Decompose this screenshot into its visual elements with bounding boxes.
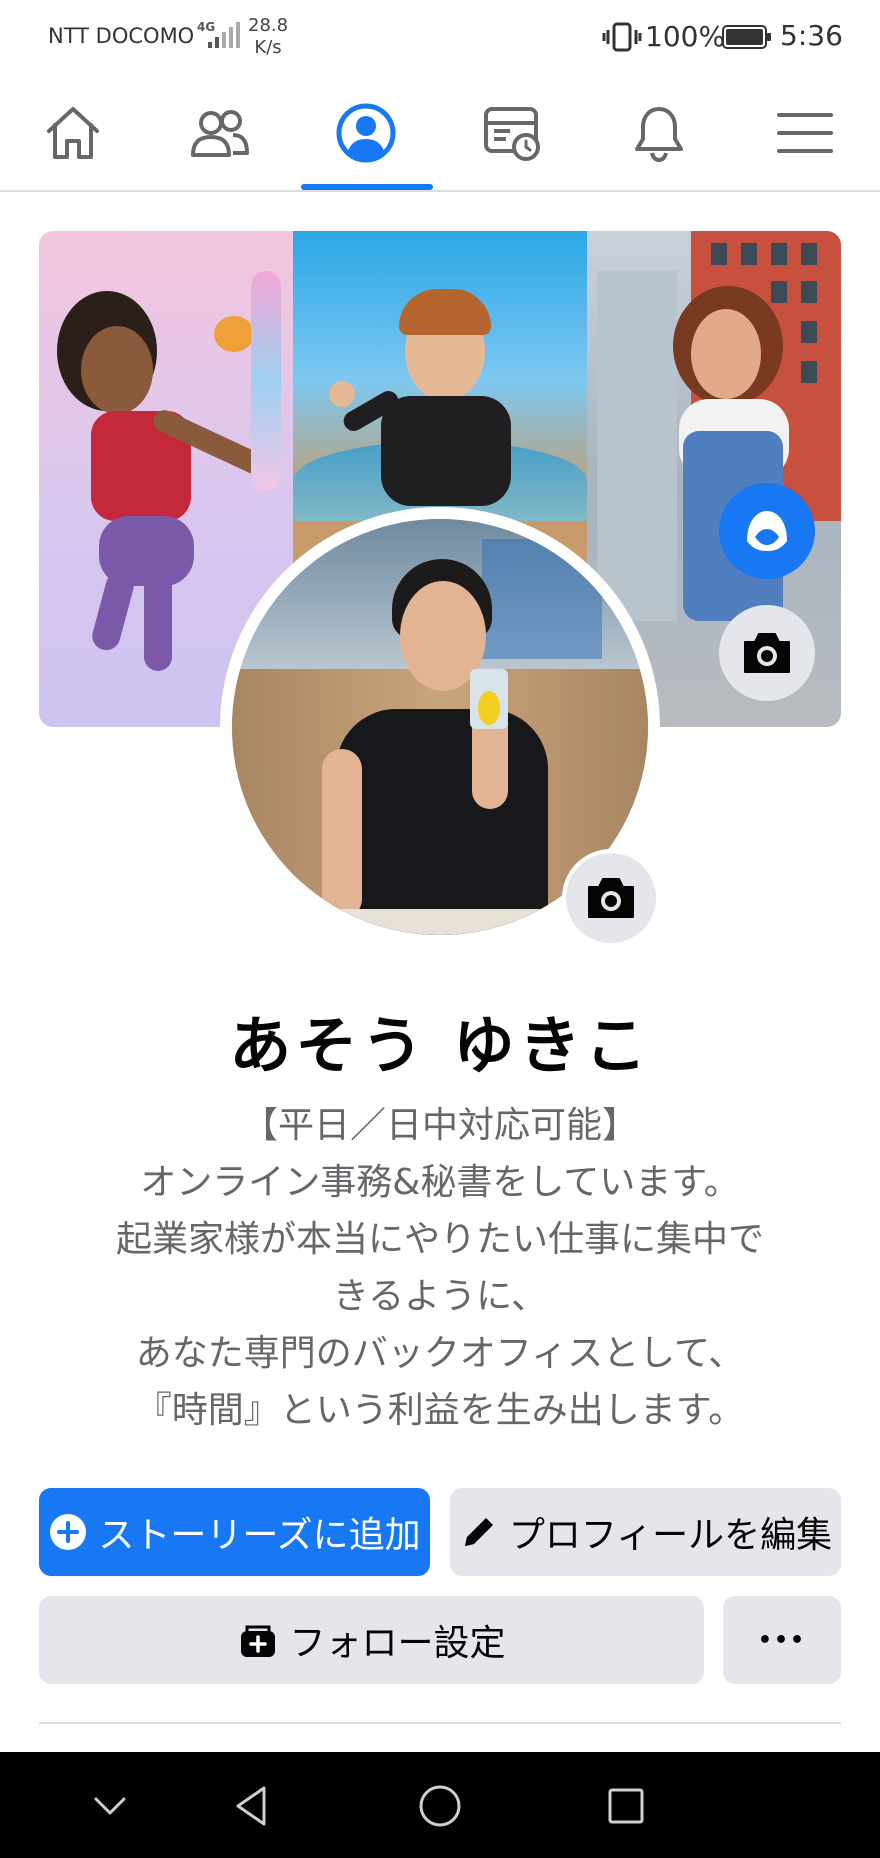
section-divider bbox=[39, 1722, 841, 1724]
friends-icon bbox=[191, 110, 249, 157]
edit-profile-button[interactable]: プロフィールを編集 bbox=[450, 1488, 841, 1576]
plus-circle-icon bbox=[50, 1514, 87, 1550]
tab-home[interactable] bbox=[0, 76, 146, 190]
add-to-story-label: ストーリーズに追加 bbox=[98, 1515, 421, 1556]
bio-line: 『時間』という利益を生み出します。 bbox=[135, 1390, 745, 1431]
bio-line: あなた専門のバックオフィスとして、 bbox=[135, 1333, 745, 1374]
bio-line: 起業家様が本当にやりたい仕事に集中で bbox=[115, 1219, 764, 1260]
avatar-icon bbox=[747, 511, 787, 551]
follow-settings-label: フォロー設定 bbox=[289, 1623, 506, 1664]
bio-line: きるように、 bbox=[332, 1276, 548, 1317]
tab-notifications[interactable] bbox=[586, 76, 732, 190]
bio-line: オンライン事務&秘書をしています。 bbox=[140, 1162, 740, 1203]
speed-value: 28.8 bbox=[248, 15, 289, 36]
main-nav-tabs bbox=[0, 76, 880, 192]
camera-icon bbox=[744, 633, 790, 673]
tab-profile[interactable] bbox=[293, 76, 439, 190]
hide-nav-button[interactable] bbox=[78, 1774, 142, 1838]
more-options-icon: ••• bbox=[757, 1627, 807, 1653]
clock: 5:36 bbox=[780, 19, 843, 52]
menu-icon bbox=[777, 113, 833, 153]
tab-friends[interactable] bbox=[146, 76, 292, 190]
battery-percent: 100% bbox=[645, 20, 726, 53]
chevron-down-icon bbox=[94, 1797, 126, 1815]
notifications-icon bbox=[635, 107, 683, 163]
follow-settings-button[interactable]: フォロー設定 bbox=[39, 1596, 704, 1684]
pencil-icon bbox=[464, 1518, 493, 1546]
edit-cover-photo-button[interactable] bbox=[719, 605, 815, 701]
home-circle-icon bbox=[419, 1785, 461, 1827]
edit-profile-label: プロフィールを編集 bbox=[508, 1515, 833, 1556]
add-to-story-button[interactable]: ストーリーズに追加 bbox=[39, 1488, 430, 1576]
active-tab-indicator bbox=[301, 184, 433, 190]
carrier-name: NTT DOCOMO bbox=[48, 24, 195, 48]
facebook-profile-page: NTT DOCOMO 4G 28.8 K/s 100% 5:36 あそう ゆきこ… bbox=[0, 0, 880, 1858]
profile-name: あそう ゆきこ bbox=[229, 1009, 651, 1082]
back-triangle-icon bbox=[236, 1786, 266, 1826]
avatar-button[interactable] bbox=[719, 483, 815, 579]
profile-icon bbox=[336, 103, 396, 163]
network-speed: 28.8 K/s bbox=[248, 15, 288, 59]
recents-square-icon bbox=[608, 1788, 644, 1824]
tab-menu[interactable] bbox=[732, 76, 878, 190]
battery-icon bbox=[722, 25, 771, 49]
back-button[interactable] bbox=[220, 1774, 284, 1838]
more-options-button[interactable]: ••• bbox=[723, 1596, 841, 1684]
camera-icon bbox=[588, 878, 634, 918]
edit-profile-picture-button[interactable] bbox=[562, 849, 660, 947]
home-icon bbox=[47, 107, 99, 159]
home-button[interactable] bbox=[408, 1774, 472, 1838]
tab-feeds[interactable] bbox=[439, 76, 585, 190]
follow-settings-icon bbox=[241, 1625, 276, 1657]
vibrate-icon bbox=[602, 22, 642, 52]
recents-button[interactable] bbox=[594, 1774, 658, 1838]
bio-line: 【平日／日中対応可能】 bbox=[241, 1105, 638, 1146]
profile-bio: 【平日／日中対応可能】 オンライン事務&秘書をしています。 起業家様が本当にやり… bbox=[40, 1097, 840, 1439]
signal-icon bbox=[208, 22, 240, 48]
status-bar: NTT DOCOMO 4G 28.8 K/s 100% 5:36 bbox=[0, 0, 880, 76]
feeds-icon bbox=[484, 107, 540, 161]
system-navigation-bar bbox=[0, 1752, 880, 1858]
speed-unit: K/s bbox=[254, 37, 282, 58]
